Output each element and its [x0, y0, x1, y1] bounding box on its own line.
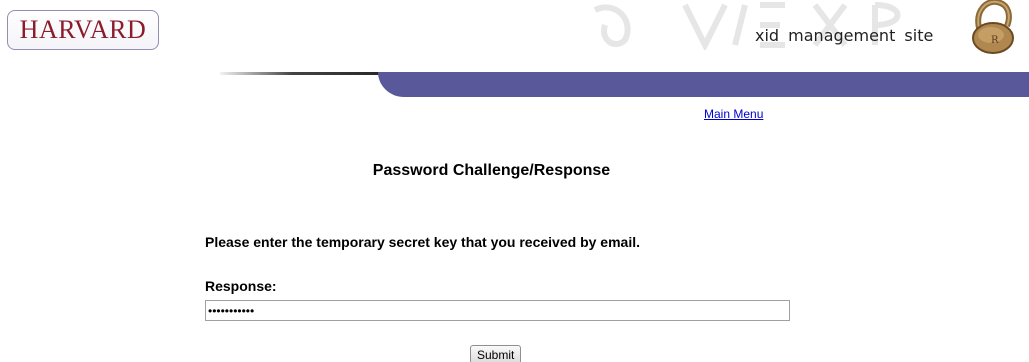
response-label: Response: — [205, 278, 277, 294]
page-title: Password Challenge/Response — [372, 162, 611, 179]
svg-text:R: R — [991, 35, 999, 46]
padlock-icon: R — [972, 0, 1014, 54]
header-divider — [220, 72, 400, 75]
instructions-text: Please enter the temporary secret key th… — [205, 234, 640, 250]
header-band — [378, 72, 1029, 97]
response-password-field[interactable] — [205, 300, 790, 321]
site-title: xid management site — [755, 26, 934, 45]
logo-text: HARVARD — [19, 15, 147, 44]
page: HARVARD xid management site R Main Menu … — [0, 0, 1029, 362]
submit-button[interactable]: Submit — [470, 345, 522, 362]
main-menu-link[interactable]: Main Menu — [704, 107, 763, 121]
harvard-logo: HARVARD — [7, 10, 159, 50]
